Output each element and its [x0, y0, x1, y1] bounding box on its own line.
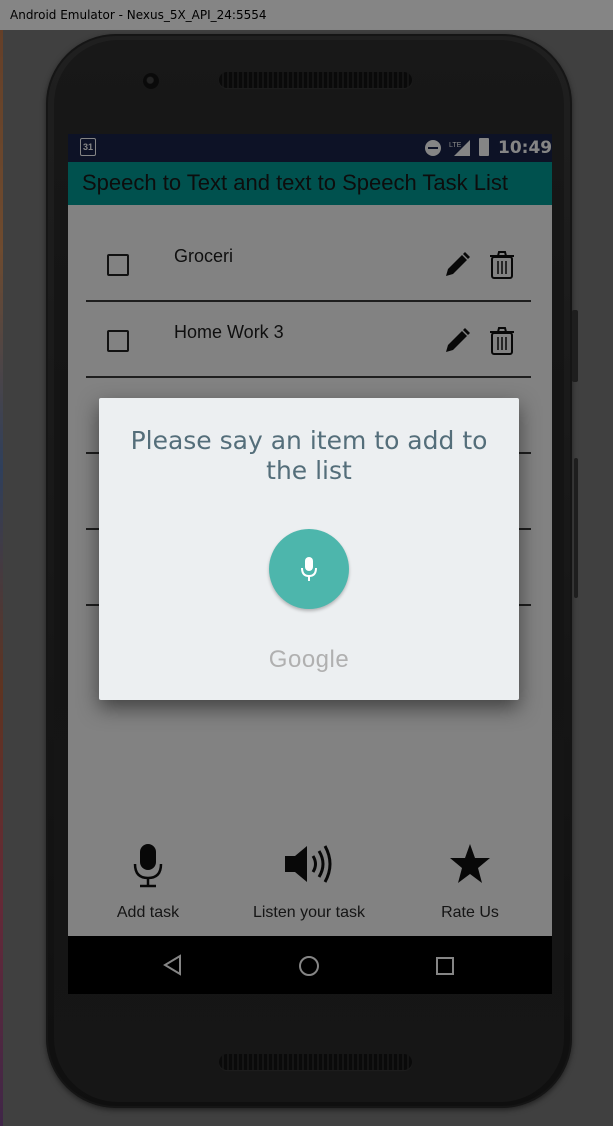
- status-bar: 31 LTE 10:49: [68, 134, 552, 162]
- voice-mic-button[interactable]: [269, 529, 349, 609]
- recents-icon[interactable]: [434, 955, 456, 977]
- lte-signal-icon: LTE: [449, 140, 470, 156]
- task-label: Groceri: [174, 246, 234, 266]
- delete-trash-icon[interactable]: [488, 326, 516, 356]
- do-not-disturb-icon: [425, 140, 441, 156]
- edit-pencil-icon[interactable]: [442, 250, 472, 280]
- star-icon: [450, 844, 490, 883]
- front-camera: [143, 73, 159, 89]
- calendar-icon: 31: [80, 138, 96, 156]
- listen-task-button[interactable]: Listen your task: [253, 840, 365, 921]
- power-button[interactable]: [572, 310, 578, 382]
- delete-trash-icon[interactable]: [488, 250, 516, 280]
- speaker-icon: [285, 845, 332, 883]
- task-row: Groceri: [86, 224, 531, 302]
- network-label: LTE: [449, 142, 462, 149]
- app-bar: Speech to Text and text to Speech Task L…: [68, 162, 552, 205]
- listen-task-label: Listen your task: [252, 904, 366, 921]
- add-task-label: Add task: [116, 904, 180, 921]
- task-label: Home Work 3: [174, 322, 284, 342]
- window-title: Android Emulator - Nexus_5X_API_24:5554: [0, 0, 613, 30]
- desktop-edge: [0, 30, 3, 1126]
- dialog-prompt: Please say an item to add to the list: [130, 426, 488, 485]
- navigation-bar: [68, 936, 552, 994]
- microphone-icon: [301, 557, 317, 581]
- microphone-icon: [133, 844, 163, 888]
- speech-input-dialog: Please say an item to add to the list Go…: [99, 398, 519, 700]
- clock: 10:49: [498, 138, 552, 158]
- volume-rocker[interactable]: [574, 458, 578, 598]
- battery-icon: [479, 138, 489, 156]
- google-logo: Google: [268, 646, 350, 673]
- earpiece-speaker: [219, 72, 412, 88]
- task-row: Home Work 3: [86, 300, 531, 378]
- back-icon[interactable]: [162, 954, 184, 976]
- bottom-speaker: [219, 1054, 412, 1070]
- app-title: Speech to Text and text to Speech Task L…: [82, 170, 509, 195]
- bottom-action-bar: Add task Listen your task Rate Us: [68, 840, 552, 936]
- rate-us-label: Rate Us: [441, 904, 499, 921]
- edit-pencil-icon[interactable]: [442, 326, 472, 356]
- add-task-button[interactable]: Add task: [117, 840, 179, 921]
- task-checkbox[interactable]: [107, 330, 129, 352]
- task-checkbox[interactable]: [107, 254, 129, 276]
- home-icon[interactable]: [297, 954, 321, 978]
- rate-us-button[interactable]: Rate Us: [441, 840, 499, 921]
